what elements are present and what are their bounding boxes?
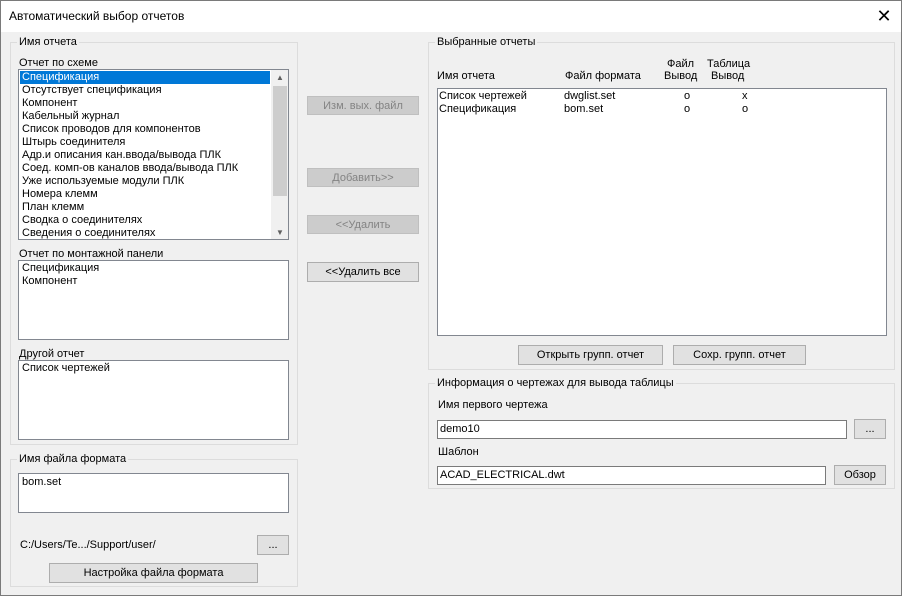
template-label: Шаблон bbox=[438, 446, 479, 458]
window-title: Автоматический выбор отчетов bbox=[9, 9, 185, 23]
schematic-report-list[interactable]: Спецификация Отсутствует спецификация Комп… bbox=[18, 69, 289, 240]
format-settings-button[interactable]: Настройка файла формата bbox=[49, 563, 258, 583]
header-file-output-line2: Вывод bbox=[664, 70, 698, 82]
list-item[interactable]: bom.set bbox=[20, 476, 287, 489]
list-item[interactable]: Спецификация bbox=[20, 262, 287, 275]
header-table-output-line2: Вывод bbox=[711, 70, 745, 82]
title-bar: Автоматический выбор отчетов ✕ bbox=[1, 1, 901, 32]
add-button[interactable]: Добавить>> bbox=[307, 168, 419, 187]
first-drawing-browse-button[interactable]: ... bbox=[854, 419, 886, 439]
change-output-file-button[interactable]: Изм. вых. файл bbox=[307, 96, 419, 115]
drawing-info-group-title: Информация о чертежах для вывода таблицы bbox=[435, 377, 676, 390]
first-drawing-label: Имя первого чертежа bbox=[438, 399, 548, 411]
selected-report-file-output: o bbox=[684, 90, 691, 102]
close-button[interactable]: ✕ bbox=[867, 1, 901, 32]
list-item[interactable]: Сведения о соединителях bbox=[20, 227, 270, 239]
selected-report-format: bom.set bbox=[564, 103, 604, 115]
header-format-file: Файл формата bbox=[565, 70, 641, 82]
close-icon: ✕ bbox=[876, 6, 892, 26]
selected-report-name: Спецификация bbox=[439, 103, 517, 115]
list-item[interactable]: Список проводов для компонентов bbox=[20, 123, 270, 136]
selected-report-table-output: x bbox=[742, 90, 748, 102]
list-item[interactable]: Сводка о соединителях bbox=[20, 214, 270, 227]
report-name-group-title: Имя отчета bbox=[17, 36, 79, 49]
scroll-up-icon[interactable]: ▲ bbox=[272, 70, 288, 84]
list-item[interactable]: Спецификация bbox=[20, 71, 270, 84]
scroll-thumb[interactable] bbox=[273, 86, 287, 196]
selected-reports-list[interactable]: Список чертежей dwglist.set o x Специфик… bbox=[437, 88, 887, 336]
list-item[interactable]: Отсутствует спецификация bbox=[20, 84, 270, 97]
format-file-path: C:/Users/Te.../Support/user/ bbox=[20, 539, 156, 551]
selected-reports-group-title: Выбранные отчеты bbox=[435, 36, 538, 49]
selected-report-name: Список чертежей bbox=[439, 90, 527, 102]
list-item[interactable]: Номера клемм bbox=[20, 188, 270, 201]
list-item[interactable]: Соед. комп-ов каналов ввода/вывода ПЛК bbox=[20, 162, 270, 175]
selected-report-row[interactable]: Спецификация bom.set o o bbox=[438, 103, 886, 116]
list-item[interactable]: Компонент bbox=[20, 97, 270, 110]
list-item[interactable]: Штырь соединителя bbox=[20, 136, 270, 149]
list-item[interactable]: Компонент bbox=[20, 275, 287, 288]
selected-report-file-output: o bbox=[684, 103, 691, 115]
list-item[interactable]: Список чертежей bbox=[20, 362, 287, 375]
template-browse-button[interactable]: Обзор bbox=[834, 465, 886, 485]
template-input[interactable]: ACAD_ELECTRICAL.dwt bbox=[437, 466, 826, 485]
format-file-list[interactable]: bom.set bbox=[18, 473, 289, 513]
format-file-group-title: Имя файла формата bbox=[17, 453, 129, 466]
panel-report-list[interactable]: Спецификация Компонент bbox=[18, 260, 289, 340]
selected-report-table-output: o bbox=[742, 103, 749, 115]
first-drawing-input[interactable]: demo10 bbox=[437, 420, 847, 439]
selected-report-format: dwglist.set bbox=[564, 90, 616, 102]
format-browse-button[interactable]: ... bbox=[257, 535, 289, 555]
selected-report-row[interactable]: Список чертежей dwglist.set o x bbox=[438, 90, 886, 103]
header-report-name: Имя отчета bbox=[437, 70, 495, 82]
open-group-report-button[interactable]: Открыть групп. отчет bbox=[518, 345, 663, 365]
remove-button[interactable]: <<Удалить bbox=[307, 215, 419, 234]
schematic-list-scrollbar[interactable]: ▲ ▼ bbox=[271, 70, 288, 239]
list-item[interactable]: Адр.и описания кан.ввода/вывода ПЛК bbox=[20, 149, 270, 162]
other-report-list[interactable]: Список чертежей bbox=[18, 360, 289, 440]
list-item[interactable]: План клемм bbox=[20, 201, 270, 214]
save-group-report-button[interactable]: Сохр. групп. отчет bbox=[673, 345, 806, 365]
list-item[interactable]: Уже используемые модули ПЛК bbox=[20, 175, 270, 188]
dialog-window: Автоматический выбор отчетов ✕ Имя отчет… bbox=[0, 0, 902, 596]
list-item[interactable]: Кабельный журнал bbox=[20, 110, 270, 123]
scroll-down-icon[interactable]: ▼ bbox=[272, 225, 288, 239]
remove-all-button[interactable]: <<Удалить все bbox=[307, 262, 419, 282]
